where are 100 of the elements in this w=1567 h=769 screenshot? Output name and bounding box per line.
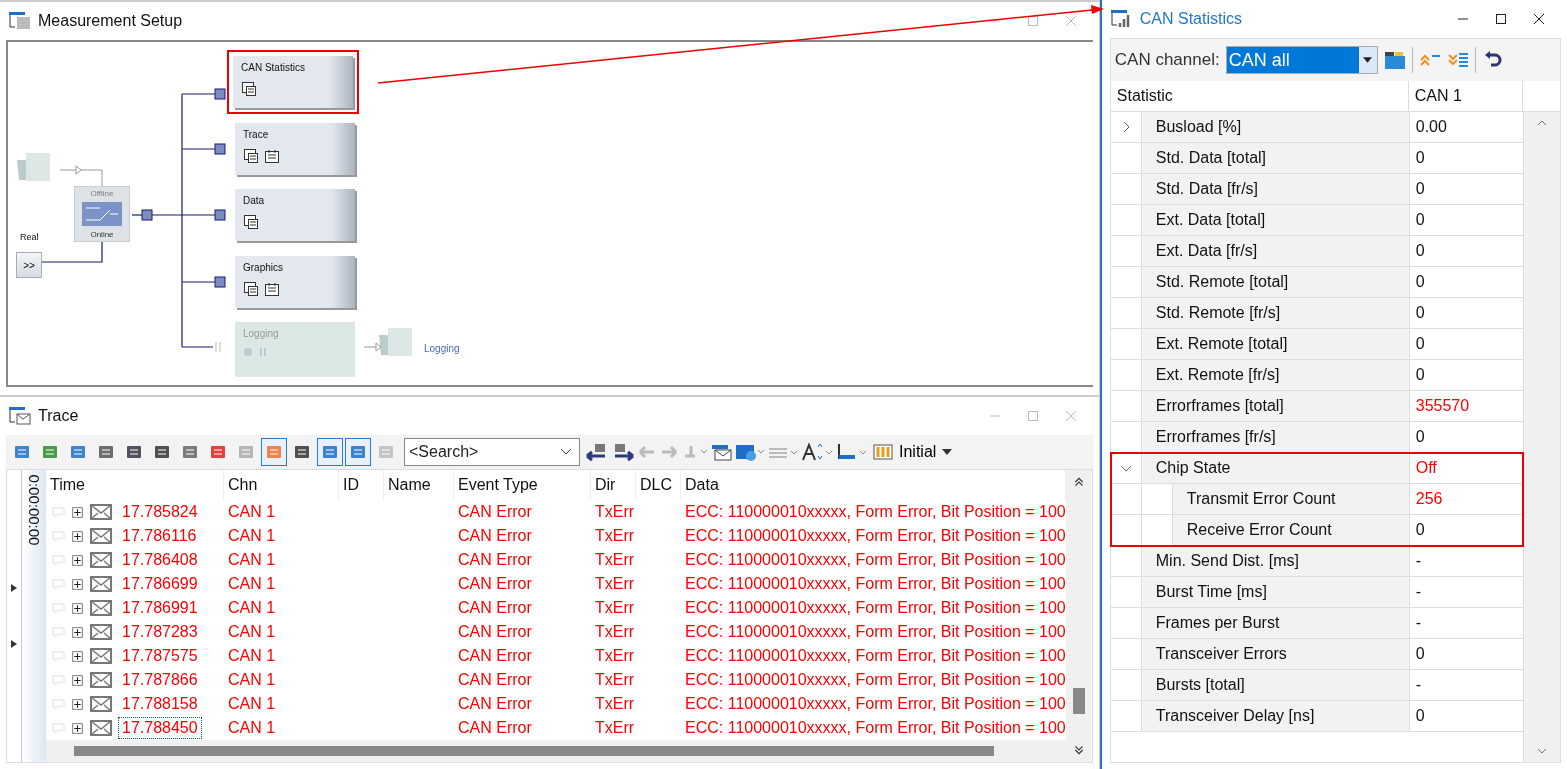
envelope-icon[interactable] [711,442,733,462]
window-icon [243,148,259,164]
table-cell-text: ECC: 110000010xxxxx, Form Error, Bit Position = 100 [684,647,1066,665]
statistic-name: Burst Time [ms] [1141,577,1410,607]
table-cell-text: CAN Error [457,647,533,665]
table-cell-text: ECC: 110000010xxxxx, Form Error, Bit Position = 100 [684,551,1066,569]
expand-icon[interactable] [71,529,84,543]
analysis-block[interactable]: Trace [235,123,355,175]
maximize-icon[interactable] [1495,13,1507,25]
table-cell-text: CAN Error [457,503,533,521]
vertical-scrollbar[interactable] [1065,470,1092,762]
column-header[interactable]: Data [681,470,1066,500]
column-header[interactable]: Statistic [1110,81,1409,111]
statistic-value: 0 [1414,706,1426,726]
connector-port[interactable] [214,276,226,288]
channel-label: CAN channel: [1114,50,1220,70]
statistic-value: 0 [1414,272,1426,292]
filter-list-button[interactable] [345,438,371,466]
search-field[interactable]: <Search> [404,438,580,466]
table-cell-text: 17.785824 [121,502,199,522]
connector-port[interactable] [214,209,226,221]
scroll-down-icon[interactable] [1072,744,1085,756]
table-cell-text: TxErr [594,671,636,689]
close-icon[interactable] [1533,13,1545,25]
statistic-name: Transmit Error Count [1172,484,1410,514]
channel-dropdown[interactable]: CAN all [1225,46,1378,74]
table-cell-text: ECC: 110000010xxxxx, Form Error, Bit Position = 100 [684,623,1066,641]
expand-icon[interactable] [71,721,84,735]
connector-port[interactable] [214,143,226,155]
expand-all-icon[interactable] [1446,50,1469,70]
envelope-icon [90,720,112,736]
table-cell-text: 17.787575 [121,646,199,666]
expand-icon[interactable] [71,553,84,567]
caret-icon [1363,57,1373,63]
expand-arrow-icon[interactable] [11,584,17,592]
expand-icon[interactable] [71,577,84,591]
statistic-value: 0 [1414,644,1426,664]
statistic-value: 0 [1414,303,1426,323]
table-cell-text: 17.786116 [121,526,198,546]
layout-dropdown[interactable]: Initial [869,443,957,461]
caret-icon [942,449,953,455]
font-size-icon[interactable] [801,442,833,462]
window-title: Measurement Setup [38,12,183,30]
column-header[interactable]: Event Type [454,470,591,500]
table-cell-text: CAN Error [457,527,533,545]
expand-icon[interactable] [71,697,84,711]
table-cell-text: 17.786991 [121,598,199,618]
real-label: Real [20,232,39,242]
online-label: Online [90,230,114,239]
expand-icon[interactable] [71,505,84,519]
statistic-value: 0 [1414,365,1426,385]
expand-icon[interactable] [71,673,84,687]
analysis-block[interactable]: Graphics [235,256,355,308]
analysis-block[interactable]: CAN Statistics [233,56,353,108]
statistic-value: Off [1414,458,1438,478]
table-cell-text: 17.786699 [121,574,199,594]
expand-icon[interactable] [71,601,84,615]
table-cell-text: CAN 1 [227,599,277,617]
scroll-thumb[interactable] [1072,688,1085,714]
comment-icon [52,553,65,567]
statistic-name: Std. Remote [total] [1141,267,1410,297]
window-title: Trace [38,407,79,425]
column-header[interactable]: ID [339,470,384,500]
comment-icon [52,505,65,519]
table-cell-text: CAN Error [457,575,533,593]
real-source-button[interactable]: >> [16,252,42,278]
chevron-down-icon[interactable] [560,448,572,456]
envelope-icon [90,600,112,616]
pause-button[interactable] [261,438,287,466]
color-icon[interactable] [835,442,867,462]
table-cell-text: CAN 1 [227,527,277,545]
expand-arrow-icon[interactable] [11,640,17,648]
scroll-up-icon[interactable] [1072,476,1085,488]
column-header[interactable]: DLC [636,470,681,500]
column-header[interactable]: Chn [224,470,339,500]
column-header[interactable]: CAN 1 [1408,81,1523,111]
connector-port[interactable] [141,209,153,221]
table-cell-text: TxErr [594,695,636,713]
envelope-icon [90,552,112,568]
column-header[interactable]: Dir [591,470,636,500]
offline-online-switch[interactable]: Offline Online [74,186,130,242]
horizontal-scrollbar[interactable] [46,740,1066,762]
statistic-value: 355570 [1414,396,1471,416]
table-cell-text: CAN Error [457,599,533,617]
table-cell-text: TxErr [594,647,636,665]
table-cell-text: ECC: 110000010xxxxx, Form Error, Bit Position = 100 [684,695,1066,713]
statistic-value: 0.00 [1414,117,1448,137]
analysis-block[interactable]: Data [235,189,355,241]
statistic-name: Errorframes [fr/s] [1141,422,1410,452]
connector-port[interactable] [214,88,226,100]
table-cell-text: CAN 1 [227,695,277,713]
auto-scroll-button[interactable] [317,438,343,466]
offline-label: Offline [90,189,114,198]
expand-icon[interactable] [71,649,84,663]
table-cell-text: CAN Error [457,671,533,689]
expand-icon[interactable] [71,625,84,639]
column-header[interactable]: Name [384,470,454,500]
statistic-value: 0 [1414,520,1426,540]
statistic-value: 0 [1414,148,1426,168]
column-header[interactable]: Time [46,470,224,500]
